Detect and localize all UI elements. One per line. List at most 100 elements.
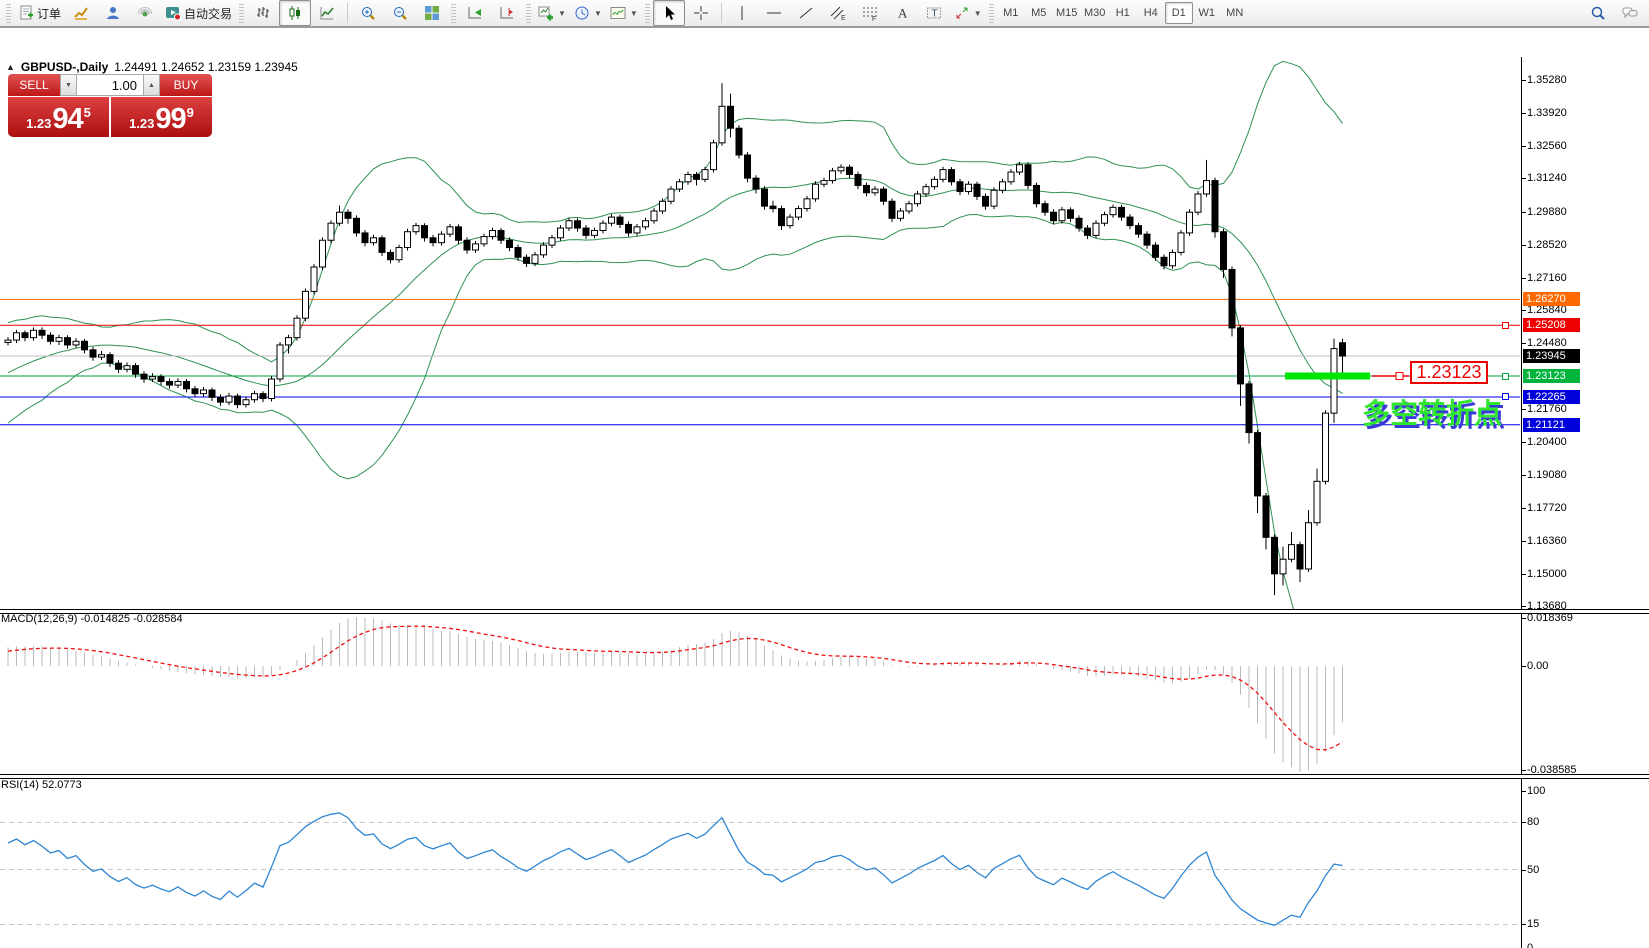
price-tick-mark (1521, 212, 1526, 213)
fibonacci-button[interactable]: F (854, 0, 886, 26)
macd-axis-label: 0.018369 (1527, 612, 1573, 624)
turning-point-annotation[interactable]: 多空转折点 (1362, 392, 1502, 432)
auto-scroll-button[interactable] (459, 0, 491, 26)
timeframe-mn-button[interactable]: MN (1221, 2, 1249, 24)
line-chart-button[interactable] (311, 0, 343, 26)
chevron-down-icon[interactable]: ▼ (630, 9, 638, 18)
sell-button[interactable]: SELL (8, 74, 60, 96)
toolbar-separator (721, 3, 722, 23)
bollinger-lower-band[interactable] (8, 215, 1343, 666)
macd-axis-label: -0.038585 (1527, 764, 1577, 776)
sell-price-button[interactable]: 1.23 94 5 (8, 97, 109, 137)
search-button[interactable] (1582, 0, 1614, 26)
pane-separator-macd[interactable] (0, 609, 1649, 614)
channel-button[interactable]: E (822, 0, 854, 26)
data-window-button[interactable] (97, 0, 129, 26)
hline-handle[interactable] (1502, 373, 1509, 380)
zoom-in-button[interactable] (352, 0, 384, 26)
candle-body (770, 206, 776, 208)
tile-windows-button[interactable] (416, 0, 448, 26)
vertical-line-button[interactable] (726, 0, 758, 26)
candle-body (1306, 523, 1312, 569)
chart-shift-button[interactable] (491, 0, 523, 26)
timeframe-m15-button[interactable]: M15 (1053, 2, 1081, 24)
candle-body (694, 174, 700, 179)
volume-up-button[interactable]: ▲ (143, 74, 160, 96)
toolbar-grip (645, 3, 650, 23)
periods-button[interactable]: ▼ (570, 0, 606, 26)
text-label-button[interactable]: T (918, 0, 950, 26)
one-click-collapse-icon[interactable]: ▲ (6, 63, 15, 72)
buy-price-button[interactable]: 1.23 99 9 (111, 97, 212, 137)
chevron-down-icon[interactable]: ▼ (594, 9, 602, 18)
new-order-button[interactable]: 订单 (14, 0, 65, 26)
hline-handle[interactable] (1502, 393, 1509, 400)
price-tick-label: 1.27160 (1527, 272, 1567, 284)
horizontal-line-button[interactable] (758, 0, 790, 26)
rsi-pane[interactable] (0, 813, 1520, 925)
candle-body (957, 182, 963, 192)
buy-button[interactable]: BUY (160, 74, 212, 96)
hline-handle[interactable] (1502, 322, 1509, 329)
rsi-tick-mark (1521, 924, 1526, 925)
chat-button[interactable] (1614, 0, 1646, 26)
autotrading-button[interactable]: 自动交易 (161, 0, 236, 26)
candle-body (558, 228, 564, 238)
indicators-button[interactable]: ▼ (606, 0, 642, 26)
chevron-down-icon[interactable]: ▼ (558, 9, 566, 18)
candle-body (923, 187, 929, 194)
candle-body (1153, 245, 1159, 257)
timeframe-h1-button[interactable]: H1 (1109, 2, 1137, 24)
candle-body (405, 232, 411, 248)
flag-connector-handle[interactable] (1396, 373, 1403, 380)
new-order-icon (18, 5, 34, 21)
trendline-button[interactable] (790, 0, 822, 26)
candle-body (1068, 210, 1074, 219)
periods-icon (574, 5, 590, 21)
price-tick-label: 1.15000 (1527, 568, 1567, 580)
timeframe-d1-button[interactable]: D1 (1165, 2, 1193, 24)
pane-separator-rsi[interactable] (0, 774, 1649, 779)
candle-body (286, 338, 292, 345)
candle-body (1170, 252, 1176, 265)
timeframe-w1-button[interactable]: W1 (1193, 2, 1221, 24)
bollinger-middle-band[interactable] (8, 178, 1343, 393)
main-pane[interactable] (0, 61, 1520, 665)
candle-body (439, 234, 445, 243)
timeframe-m1-button[interactable]: M1 (997, 2, 1025, 24)
candle-body (940, 170, 946, 180)
timeframe-m5-button[interactable]: M5 (1025, 2, 1053, 24)
crosshair-button[interactable] (685, 0, 717, 26)
timeframe-m30-button[interactable]: M30 (1081, 2, 1109, 24)
navigator-button[interactable] (129, 0, 161, 26)
cursor-button[interactable] (653, 0, 685, 26)
volume-down-button[interactable]: ▼ (60, 74, 77, 96)
new-chart-button[interactable]: ▼ (534, 0, 570, 26)
svg-text:T: T (931, 9, 937, 20)
macd-axis-label: 0.00 (1527, 660, 1548, 672)
price-flag-label[interactable]: 1.23123 (1410, 361, 1488, 384)
market-watch-button[interactable] (65, 0, 97, 26)
timeframe-h4-button[interactable]: H4 (1137, 2, 1165, 24)
bar-chart-button[interactable] (247, 0, 279, 26)
candle-body (235, 396, 241, 405)
line-chart-icon (319, 5, 335, 21)
candle-chart-button[interactable] (279, 0, 311, 26)
candle-body (99, 355, 105, 357)
candle-body (847, 167, 853, 174)
zoom-out-button[interactable] (384, 0, 416, 26)
candlestick-chart[interactable] (0, 28, 1649, 948)
macd-pane[interactable] (8, 617, 1343, 772)
candle-body (515, 248, 521, 258)
text-button[interactable]: A (886, 0, 918, 26)
price-tick-label: 1.13680 (1527, 600, 1567, 612)
candle-body (736, 128, 742, 155)
candle-body (1297, 545, 1303, 569)
arrows-button[interactable]: ▼ (950, 0, 986, 26)
volume-input[interactable] (77, 74, 143, 96)
chevron-down-icon[interactable]: ▼ (974, 9, 982, 18)
price-tick-mark (1521, 574, 1526, 575)
price-axis-border (1521, 57, 1522, 948)
candle-body (1221, 232, 1227, 270)
candle-body (226, 396, 232, 402)
